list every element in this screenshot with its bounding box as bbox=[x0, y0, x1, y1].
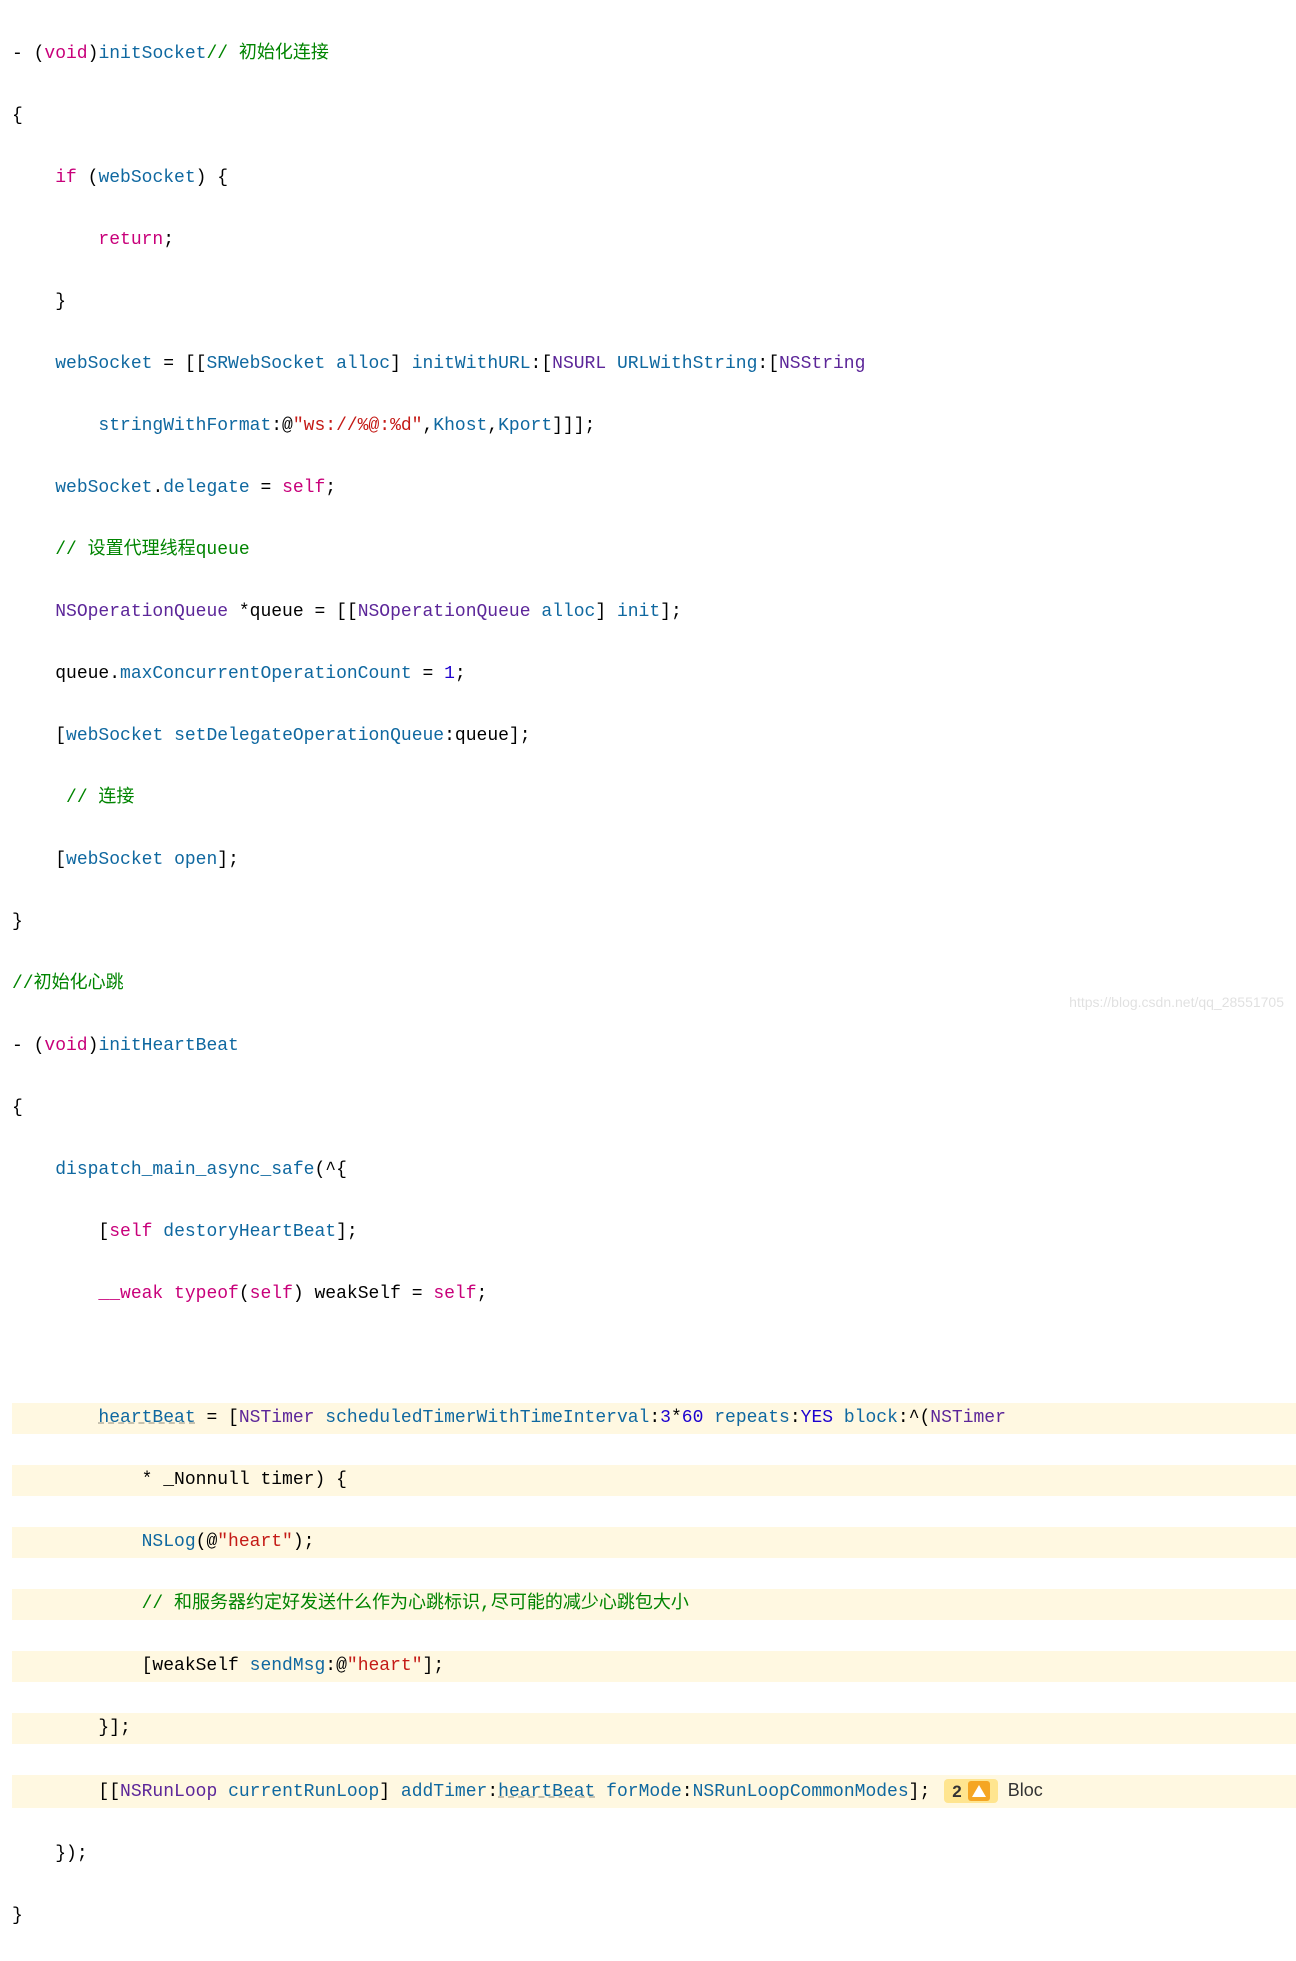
code-line: }); bbox=[12, 1839, 1296, 1870]
code-line: { bbox=[12, 1093, 1296, 1124]
code-line: } bbox=[12, 907, 1296, 938]
code-line: { bbox=[12, 101, 1296, 132]
code-line: NSOperationQueue *queue = [[NSOperationQ… bbox=[12, 597, 1296, 628]
code-line: [webSocket open]; bbox=[12, 845, 1296, 876]
code-line: } bbox=[12, 287, 1296, 318]
code-line: [self destoryHeartBeat]; bbox=[12, 1217, 1296, 1248]
code-line-highlighted: }]; bbox=[12, 1713, 1296, 1744]
code-line-highlighted: NSLog(@"heart"); bbox=[12, 1527, 1296, 1558]
code-line-highlighted: heartBeat = [NSTimer scheduledTimerWithT… bbox=[12, 1403, 1296, 1434]
code-line bbox=[12, 1341, 1296, 1372]
watermark: https://blog.csdn.net/qq_28551705 bbox=[1069, 987, 1284, 1018]
warning-count: 2 bbox=[952, 1776, 961, 1807]
code-line: // 连接 bbox=[12, 783, 1296, 814]
code-line: webSocket.delegate = self; bbox=[12, 473, 1296, 504]
code-line: return; bbox=[12, 225, 1296, 256]
code-line: if (webSocket) { bbox=[12, 163, 1296, 194]
code-line: } bbox=[12, 1901, 1296, 1932]
warning-text: Bloc bbox=[1008, 1780, 1043, 1800]
code-line: dispatch_main_async_safe(^{ bbox=[12, 1155, 1296, 1186]
code-line: stringWithFormat:@"ws://%@:%d",Khost,Kpo… bbox=[12, 411, 1296, 442]
code-line: queue.maxConcurrentOperationCount = 1; bbox=[12, 659, 1296, 690]
code-line: - (void)initSocket// 初始化连接 bbox=[12, 39, 1296, 70]
code-line: [webSocket setDelegateOperationQueue:que… bbox=[12, 721, 1296, 752]
code-line: // 设置代理线程queue bbox=[12, 535, 1296, 566]
code-line-highlighted: * _Nonnull timer) { bbox=[12, 1465, 1296, 1496]
code-line: webSocket = [[SRWebSocket alloc] initWit… bbox=[12, 349, 1296, 380]
code-line-highlighted: [weakSelf sendMsg:@"heart"]; bbox=[12, 1651, 1296, 1682]
code-line: __weak typeof(self) weakSelf = self; bbox=[12, 1279, 1296, 1310]
code-line-highlighted: [[NSRunLoop currentRunLoop] addTimer:hea… bbox=[12, 1775, 1296, 1808]
warning-badge[interactable]: 2 bbox=[944, 1779, 997, 1803]
warning-icon bbox=[968, 1781, 990, 1801]
code-line-highlighted: // 和服务器约定好发送什么作为心跳标识,尽可能的减少心跳包大小 bbox=[12, 1589, 1296, 1620]
code-line: - (void)initHeartBeat bbox=[12, 1031, 1296, 1062]
code-editor[interactable]: - (void)initSocket// 初始化连接 { if (webSock… bbox=[0, 0, 1296, 1961]
